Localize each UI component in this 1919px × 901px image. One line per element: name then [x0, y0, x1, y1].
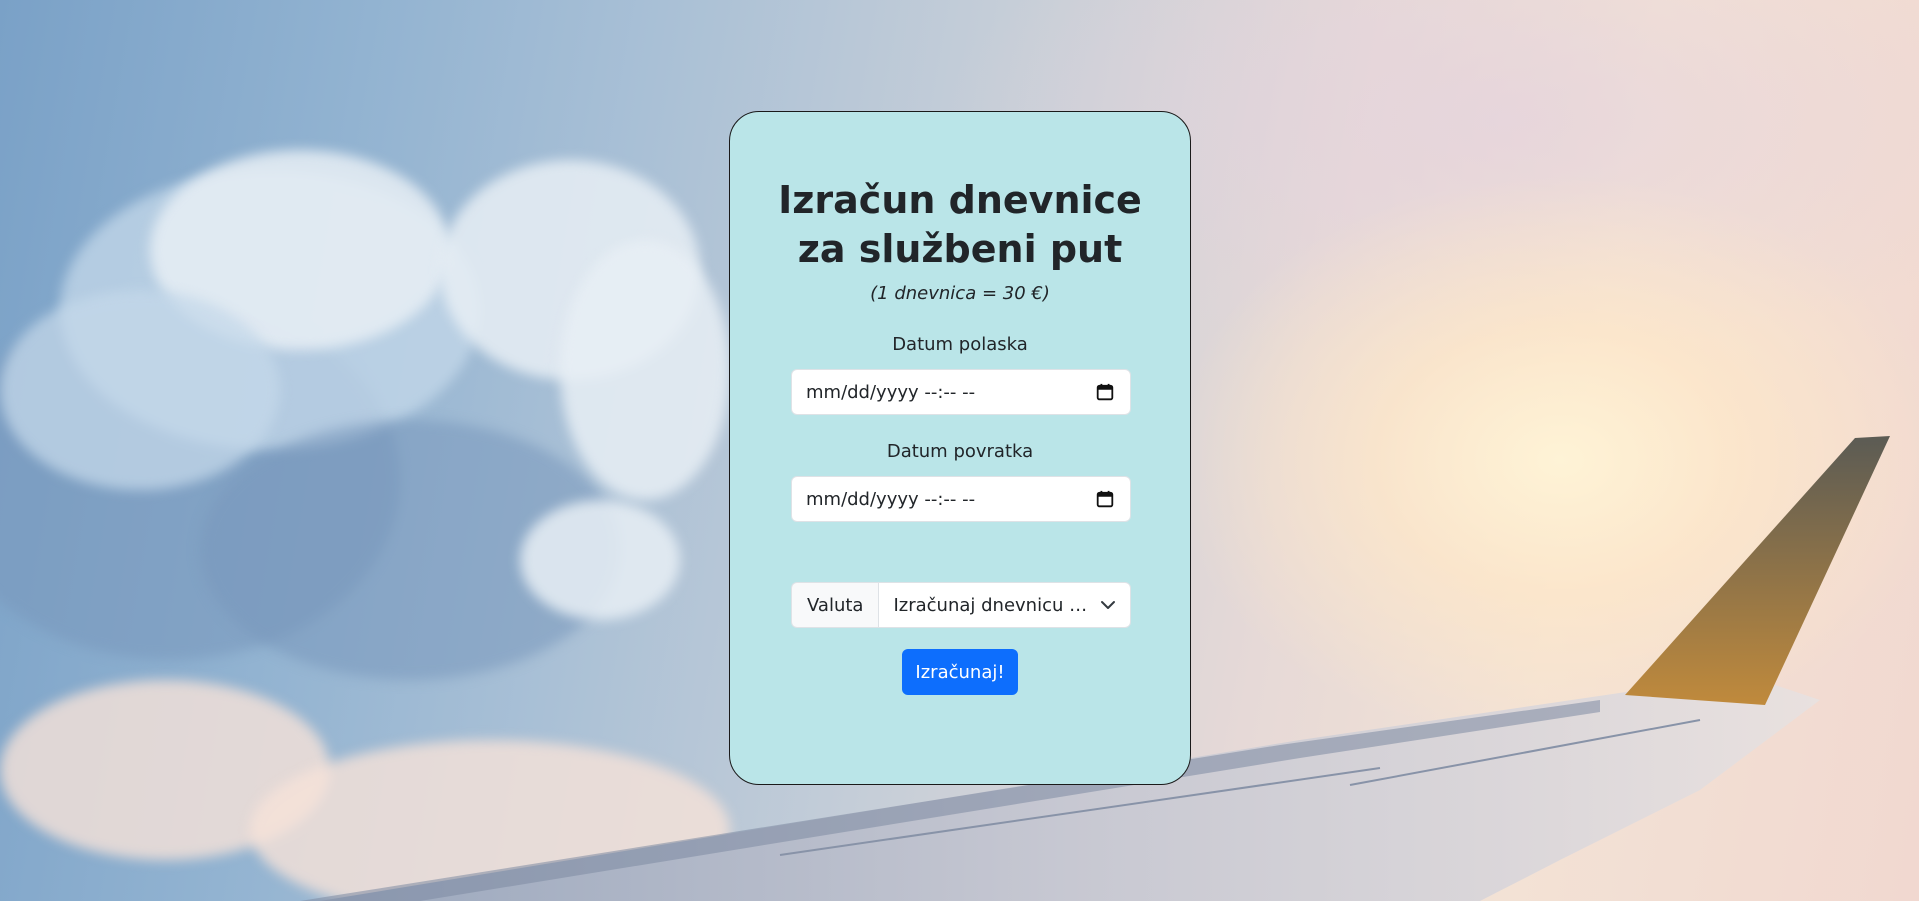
departure-date-placeholder: mm/dd/yyyy --:-- -- [806, 381, 976, 403]
currency-addon-label: Valuta [791, 582, 879, 628]
departure-date-input[interactable]: mm/dd/yyyy --:-- -- [791, 369, 1131, 415]
departure-date-label: Datum polaska [892, 334, 1028, 355]
return-date-placeholder: mm/dd/yyyy --:-- -- [806, 488, 976, 510]
page-title-line-2: za službeni put [797, 227, 1123, 271]
currency-input-group: Valuta Izračunaj dnevnicu u... [791, 582, 1131, 628]
calendar-icon[interactable] [1096, 490, 1114, 508]
page-title-line-1: Izračun dnevnice [778, 178, 1142, 222]
calculate-button[interactable]: Izračunaj! [902, 649, 1018, 695]
currency-select[interactable]: Izračunaj dnevnicu u... [878, 582, 1131, 628]
return-date-label: Datum povratka [886, 441, 1034, 462]
calendar-icon[interactable] [1096, 383, 1114, 401]
per-diem-calculator-card: Izračun dnevnice za službeni put (1 dnev… [729, 111, 1191, 785]
page-title: Izračun dnevnice za službeni put [730, 176, 1190, 274]
currency-select-value: Izračunaj dnevnicu u... [893, 594, 1094, 616]
chevron-down-icon [1101, 601, 1115, 609]
rate-note: (1 dnevnica = 30 €) [870, 283, 1050, 304]
return-date-input[interactable]: mm/dd/yyyy --:-- -- [791, 476, 1131, 522]
